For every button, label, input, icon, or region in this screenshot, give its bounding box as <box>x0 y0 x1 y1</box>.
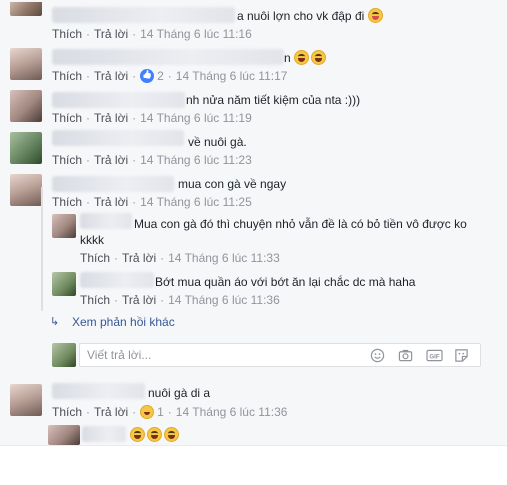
reply-link[interactable]: Trả lời <box>122 251 156 265</box>
commenter-name[interactable] <box>52 92 185 108</box>
timestamp[interactable]: 14 Tháng 6 lúc 11:36 <box>168 293 280 307</box>
laughing-emoji-icon <box>147 427 162 442</box>
reply-link[interactable]: Trả lời <box>122 293 156 307</box>
comment-text: a nuôi lợn cho vk đập đi <box>237 8 383 23</box>
reply-link[interactable]: Trả lời <box>94 27 128 41</box>
reply-link[interactable]: Trả lời <box>94 153 128 167</box>
reply-text-continued: kkkk <box>80 233 104 247</box>
more-replies-link[interactable]: ↳ Xem phản hồi khác <box>50 315 175 329</box>
commenter-name[interactable] <box>52 130 184 146</box>
laughing-emoji-icon <box>311 50 327 65</box>
like-link[interactable]: Thích <box>52 111 82 125</box>
current-user-avatar <box>52 343 76 367</box>
comment-text: về nuôi gà. <box>188 135 247 149</box>
like-link[interactable]: Thích <box>52 195 82 209</box>
reply-input-placeholder: Viết trả lời... <box>87 348 152 362</box>
comment-text: nh nửa năm tiết kiệm của nta :))) <box>186 93 361 107</box>
timestamp[interactable]: 14 Tháng 6 lúc 11:16 <box>140 27 252 41</box>
timestamp[interactable]: 14 Tháng 6 lúc 11:17 <box>176 69 288 83</box>
timestamp[interactable]: 14 Tháng 6 lúc 11:33 <box>168 251 280 265</box>
comment-text <box>130 427 179 442</box>
reply-actions: Thích · Trả lời · 14 Tháng 6 lúc 11:36 <box>80 293 280 307</box>
svg-text:GIF: GIF <box>429 353 439 360</box>
comment-actions: Thích · Trả lời · 14 Tháng 6 lúc 11:23 <box>52 153 252 167</box>
gif-icon[interactable]: GIF <box>426 348 443 363</box>
reply-actions: Thích · Trả lời · 14 Tháng 6 lúc 11:33 <box>80 251 280 265</box>
commenter-name[interactable] <box>52 176 174 192</box>
avatar[interactable] <box>10 384 42 416</box>
comment-actions: Thích · Trả lời · 14 Tháng 6 lúc 11:25 <box>52 195 252 209</box>
commenter-name[interactable] <box>52 7 235 23</box>
avatar[interactable] <box>52 214 76 238</box>
comment-text: n <box>284 50 327 65</box>
commenter-name[interactable] <box>52 383 145 399</box>
avatar[interactable] <box>10 2 42 16</box>
sticker-icon[interactable] <box>454 348 469 363</box>
tongue-emoji-icon <box>367 8 383 23</box>
laughing-emoji-icon <box>164 427 179 442</box>
reply-arrow-icon: ↳ <box>50 316 60 328</box>
comment-actions: Thích · Trả lời · 14 Tháng 6 lúc 11:19 <box>52 111 252 125</box>
replier-name[interactable] <box>80 213 132 229</box>
avatar[interactable] <box>48 425 80 445</box>
reply-text: Bớt mua quần áo với bớt ăn lại chắc dc m… <box>155 275 416 289</box>
comments-panel: a nuôi lợn cho vk đập đi Thích · Trả lời… <box>0 0 507 446</box>
like-reaction-icon <box>140 69 155 83</box>
reply-link[interactable]: Trả lời <box>94 405 128 419</box>
comment-actions: Thích · Trả lời · 14 Tháng 6 lúc 11:16 <box>52 27 252 41</box>
commenter-name[interactable] <box>82 426 126 442</box>
avatar[interactable] <box>10 132 42 164</box>
replier-name[interactable] <box>80 272 154 288</box>
like-link[interactable]: Thích <box>80 251 110 265</box>
comment-text: nuôi gà di a <box>148 386 211 400</box>
avatar[interactable] <box>52 272 76 296</box>
reaction-count[interactable]: 2 <box>140 69 164 83</box>
like-link[interactable]: Thích <box>52 153 82 167</box>
reply-input[interactable]: Viết trả lời... GIF <box>79 343 481 367</box>
laughing-emoji-icon <box>130 427 145 442</box>
reply-link[interactable]: Trả lời <box>94 195 128 209</box>
reply-thread-line <box>41 187 43 311</box>
timestamp[interactable]: 14 Tháng 6 lúc 11:23 <box>140 153 252 167</box>
avatar[interactable] <box>10 48 42 80</box>
comment-actions: Thích · Trả lời · 1 · 14 Tháng 6 lúc 11:… <box>52 405 288 419</box>
timestamp[interactable]: 14 Tháng 6 lúc 11:19 <box>140 111 252 125</box>
reply-link[interactable]: Trả lời <box>94 69 128 83</box>
like-link[interactable]: Thích <box>52 27 82 41</box>
smile-icon[interactable] <box>370 348 385 363</box>
laughing-emoji-icon <box>294 50 310 65</box>
haha-reaction-icon <box>140 405 155 419</box>
like-link[interactable]: Thích <box>52 405 82 419</box>
comment-text: mua con gà về ngay <box>178 177 287 191</box>
reply-link[interactable]: Trả lời <box>94 111 128 125</box>
avatar[interactable] <box>10 90 42 122</box>
reply-text: Mua con gà đó thì chuyện nhỏ vẫn đề là c… <box>134 217 467 231</box>
like-link[interactable]: Thích <box>52 69 82 83</box>
avatar[interactable] <box>10 174 42 206</box>
timestamp[interactable]: 14 Tháng 6 lúc 11:25 <box>140 195 252 209</box>
like-link[interactable]: Thích <box>80 293 110 307</box>
reaction-count[interactable]: 1 <box>140 405 164 419</box>
commenter-name[interactable] <box>52 49 284 65</box>
camera-icon[interactable] <box>398 348 413 363</box>
comment-actions: Thích · Trả lời · 2 · 14 Tháng 6 lúc 11:… <box>52 69 287 83</box>
timestamp[interactable]: 14 Tháng 6 lúc 11:36 <box>176 405 288 419</box>
